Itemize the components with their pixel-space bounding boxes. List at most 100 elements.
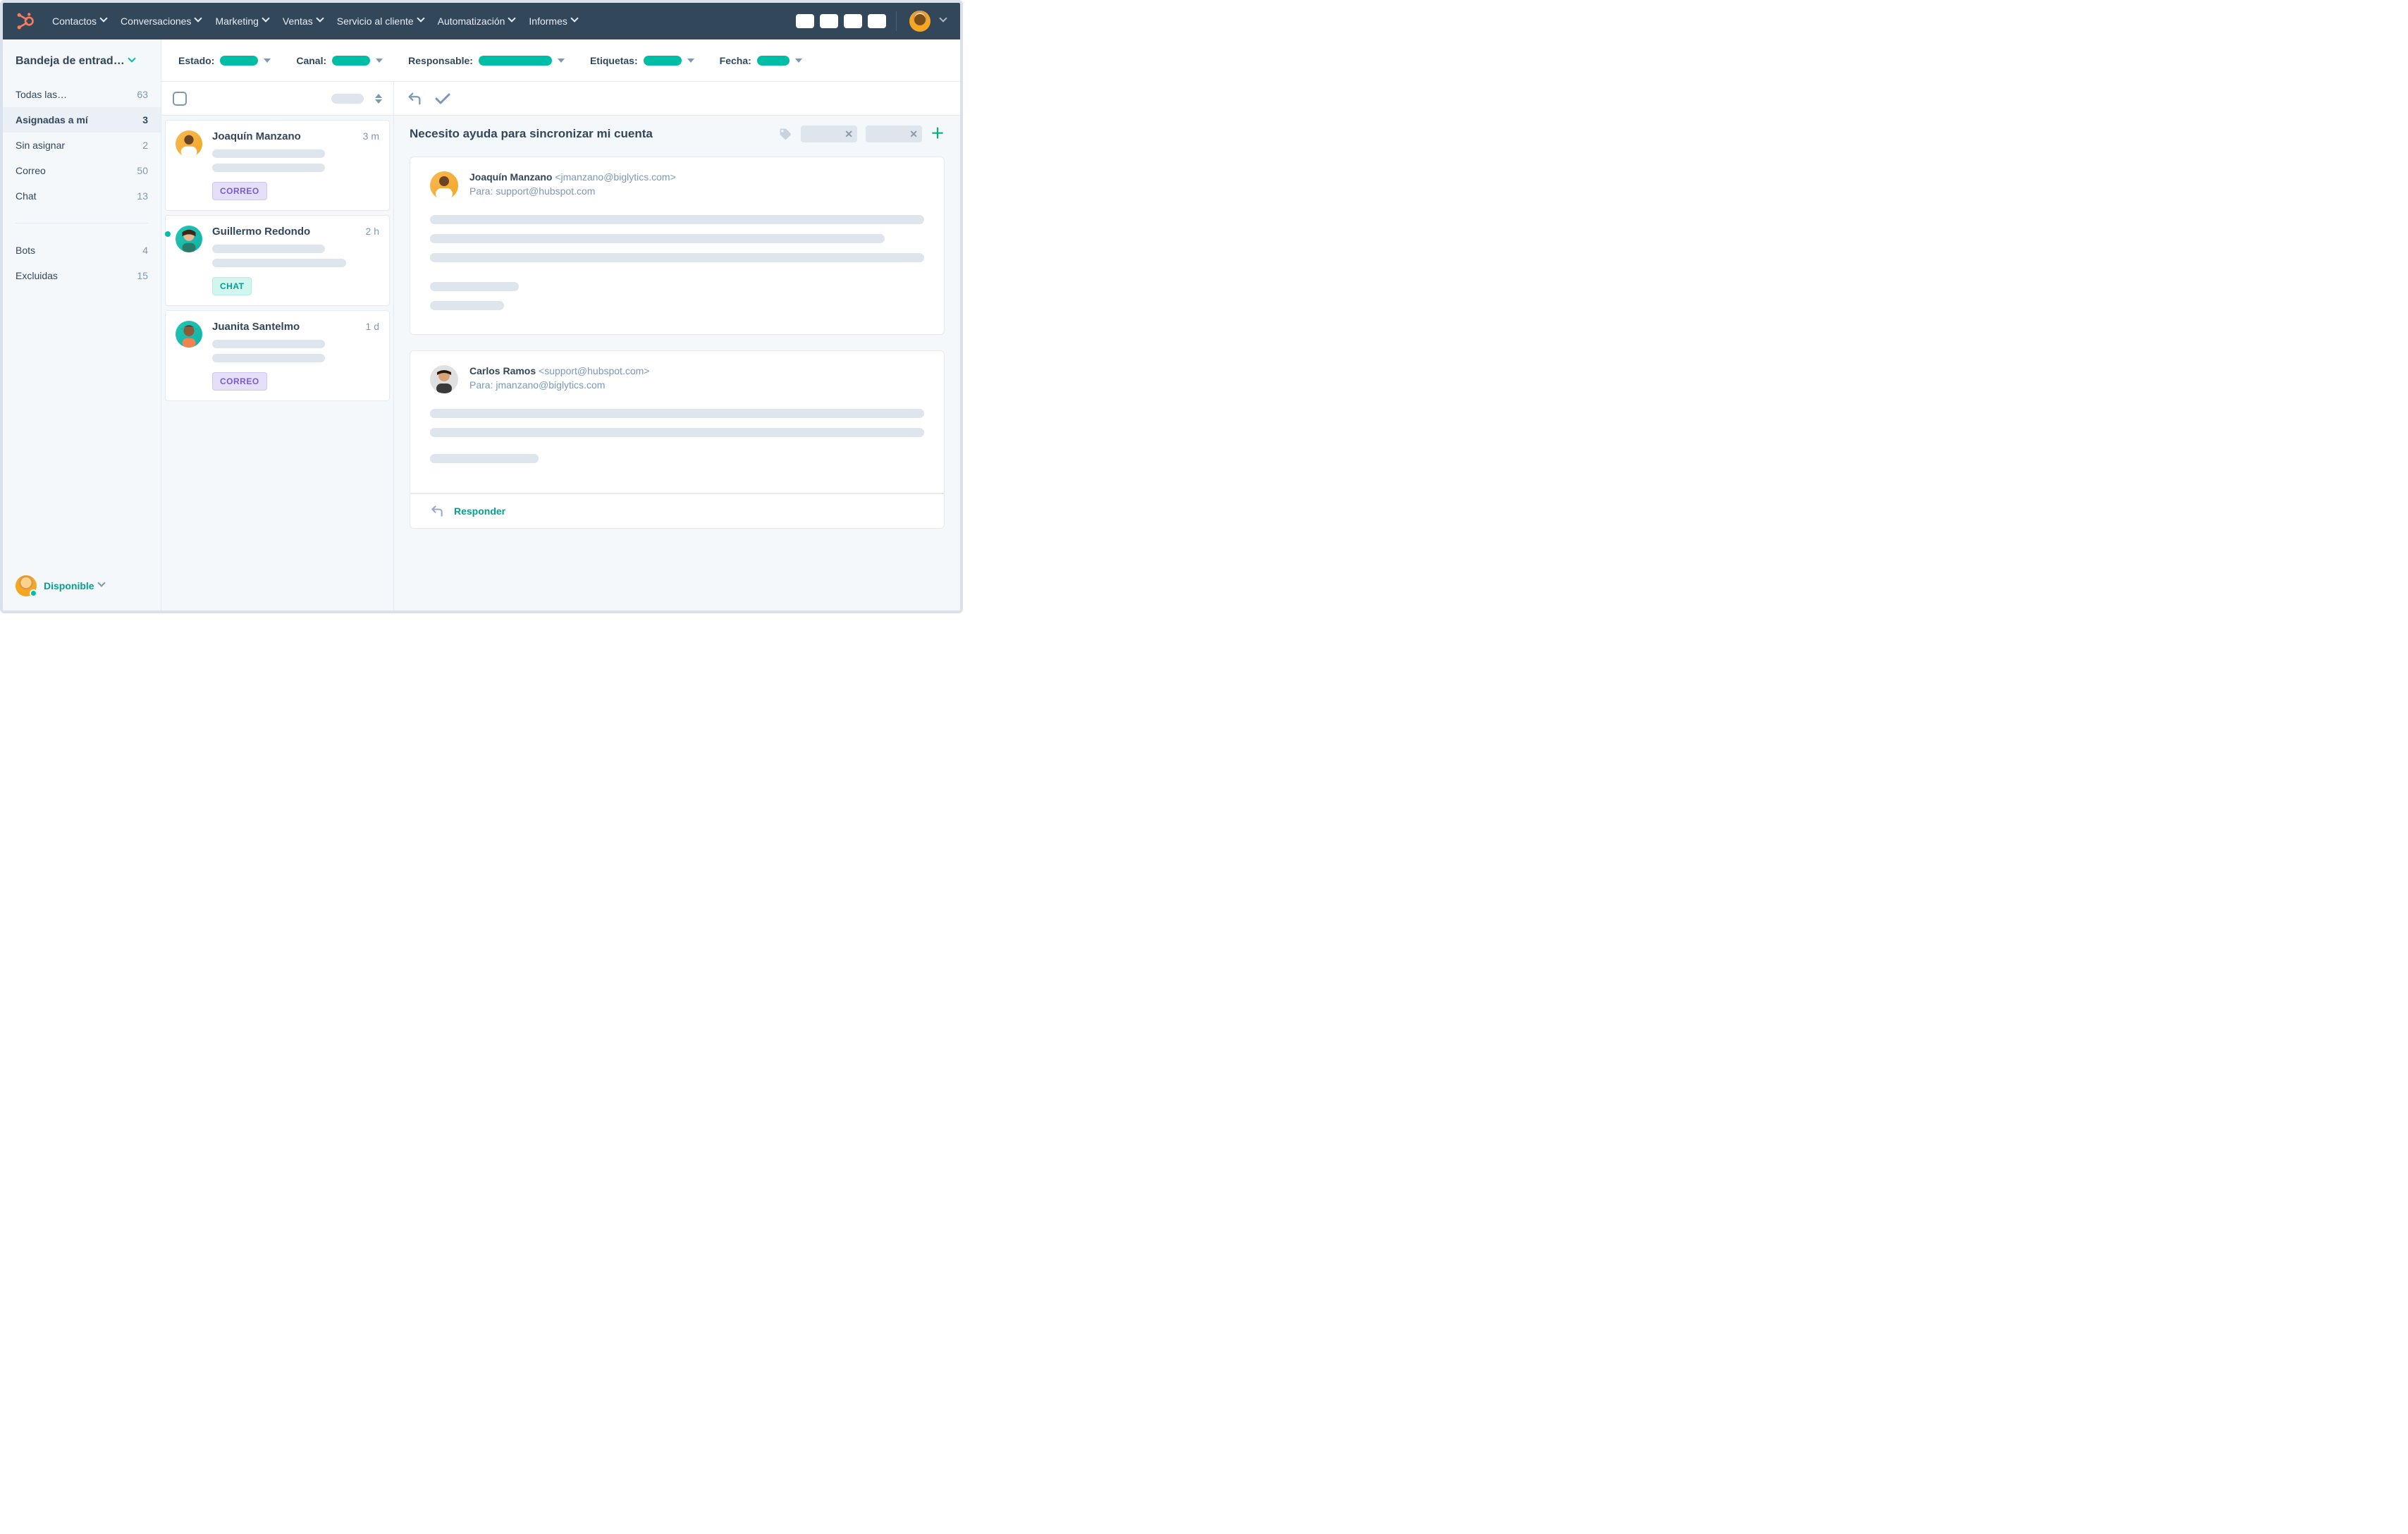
nav-action-1[interactable] — [796, 14, 814, 28]
availability-status[interactable]: Disponible — [3, 564, 161, 610]
select-all-checkbox[interactable] — [173, 92, 187, 106]
filter-fecha[interactable]: Fecha: — [720, 55, 802, 66]
app-body: Bandeja de entrad… Todas las…63 Asignada… — [3, 39, 960, 610]
sidebar-item-label: Excluidas — [16, 270, 58, 281]
nav-contactos[interactable]: Contactos — [52, 16, 108, 27]
close-icon[interactable]: ✕ — [909, 128, 918, 140]
conversation-card[interactable]: Guillermo Redondo2 h CHAT — [165, 215, 390, 306]
filter-label: Etiquetas: — [590, 55, 638, 66]
thread-subject: Necesito ayuda para sincronizar mi cuent… — [410, 127, 770, 141]
chevron-up-icon — [375, 94, 382, 98]
channel-badge: CORREO — [212, 372, 267, 391]
chevron-down-icon — [687, 59, 694, 63]
conversation-card[interactable]: Juanita Santelmo 1 d CORREO — [165, 310, 390, 401]
mark-done-button[interactable] — [434, 90, 450, 107]
sidebar-item-excluidas[interactable]: Excluidas15 — [3, 263, 161, 288]
nav-menu: Contactos Conversaciones Marketing Venta… — [52, 16, 796, 27]
status-selector[interactable]: Disponible — [44, 580, 106, 591]
sidebar-item-count: 13 — [137, 190, 148, 202]
thread-body[interactable]: Necesito ayuda para sincronizar mi cuent… — [394, 116, 960, 610]
nav-action-2[interactable] — [820, 14, 838, 28]
filter-bar: Estado: Canal: Responsable: Etiquetas: F… — [161, 39, 960, 82]
filter-etiquetas[interactable]: Etiquetas: — [590, 55, 694, 66]
chevron-down-icon — [572, 18, 579, 25]
sidebar-item-bots[interactable]: Bots4 — [3, 238, 161, 263]
filter-canal[interactable]: Canal: — [296, 55, 383, 66]
divider — [896, 11, 897, 31]
filter-label: Canal: — [296, 55, 326, 66]
content-area: Joaquín Manzano 3 m CORREO — [161, 82, 960, 610]
inbox-selector[interactable]: Bandeja de entrad… — [3, 39, 161, 78]
body-line — [430, 234, 885, 243]
body-line — [430, 409, 924, 418]
message-card: Joaquín Manzano <jmanzano@biglytics.com>… — [410, 157, 945, 335]
body-line — [430, 215, 924, 224]
nav-action-3[interactable] — [844, 14, 862, 28]
chevron-down-icon — [317, 18, 324, 25]
nav-action-4[interactable] — [868, 14, 886, 28]
sort-stepper[interactable] — [375, 94, 382, 104]
top-nav: Contactos Conversaciones Marketing Venta… — [3, 3, 960, 39]
chevron-down-icon — [375, 99, 382, 104]
preview-line — [212, 149, 325, 158]
contact-name: Juanita Santelmo — [212, 321, 300, 333]
conversation-time: 1 d — [366, 321, 379, 332]
sender-name: Carlos Ramos — [469, 365, 536, 376]
message-card: Carlos Ramos <support@hubspot.com> Para:… — [410, 350, 945, 493]
nav-servicio[interactable]: Servicio al cliente — [337, 16, 425, 27]
body-line — [430, 253, 924, 262]
sidebar-views: Todas las…63 Asignadas a mí3 Sin asignar… — [3, 78, 161, 213]
channel-badge: CHAT — [212, 277, 252, 295]
sidebar-item-sin-asignar[interactable]: Sin asignar2 — [3, 133, 161, 158]
chevron-down-icon — [264, 59, 271, 63]
filter-value — [332, 56, 370, 66]
filter-responsable[interactable]: Responsable: — [408, 55, 565, 66]
nav-informes[interactable]: Informes — [529, 16, 578, 27]
conversation-summary: Joaquín Manzano3 m CORREO — [212, 130, 379, 200]
sender-name: Joaquín Manzano — [469, 171, 552, 183]
filter-label: Responsable: — [408, 55, 473, 66]
tag-chip[interactable]: ✕ — [801, 125, 857, 142]
list-toolbar — [161, 82, 393, 116]
chevron-down-icon[interactable] — [940, 18, 947, 25]
preview-line — [212, 259, 346, 267]
conversation-list[interactable]: Joaquín Manzano 3 m CORREO — [161, 116, 393, 610]
reply-bar[interactable]: Responder — [410, 493, 945, 529]
nav-automatizacion[interactable]: Automatización — [438, 16, 517, 27]
tag-icon[interactable] — [778, 127, 792, 141]
nav-ventas[interactable]: Ventas — [283, 16, 324, 27]
reply-button[interactable] — [407, 91, 422, 106]
sender-info: Joaquín Manzano <jmanzano@biglytics.com>… — [469, 171, 676, 200]
sidebar-item-correo[interactable]: Correo50 — [3, 158, 161, 183]
reply-label[interactable]: Responder — [454, 505, 505, 517]
user-avatar — [16, 575, 37, 596]
nav-label: Marketing — [215, 16, 258, 27]
inbox-title: Bandeja de entrad… — [16, 55, 125, 68]
nav-conversaciones[interactable]: Conversaciones — [121, 16, 202, 27]
nav-marketing[interactable]: Marketing — [215, 16, 269, 27]
add-tag-button[interactable]: ＋ — [930, 127, 945, 141]
close-icon[interactable]: ✕ — [844, 128, 853, 140]
sidebar-item-todas[interactable]: Todas las…63 — [3, 82, 161, 107]
contact-avatar — [176, 130, 202, 157]
hubspot-logo-icon[interactable] — [16, 11, 35, 31]
chevron-down-icon — [795, 59, 802, 63]
body-line — [430, 301, 504, 310]
contact-avatar — [176, 321, 202, 348]
filter-value — [220, 56, 258, 66]
sidebar-item-asignadas[interactable]: Asignadas a mí3 — [3, 107, 161, 133]
sidebar-item-count: 2 — [142, 140, 148, 151]
thread-column: Necesito ayuda para sincronizar mi cuent… — [394, 82, 960, 610]
conversation-card[interactable]: Joaquín Manzano3 m CORREO — [165, 120, 390, 211]
profile-avatar[interactable] — [909, 11, 930, 32]
reply-icon — [430, 504, 444, 518]
sidebar-item-chat[interactable]: Chat13 — [3, 183, 161, 209]
tag-chip[interactable]: ✕ — [866, 125, 922, 142]
conversation-time: 3 m — [363, 130, 379, 142]
app-window: Contactos Conversaciones Marketing Venta… — [0, 0, 963, 613]
filter-estado[interactable]: Estado: — [178, 55, 271, 66]
nav-label: Automatización — [438, 16, 505, 27]
contact-name: Joaquín Manzano — [212, 130, 301, 142]
message-body — [430, 215, 924, 310]
chevron-down-icon — [101, 18, 108, 25]
